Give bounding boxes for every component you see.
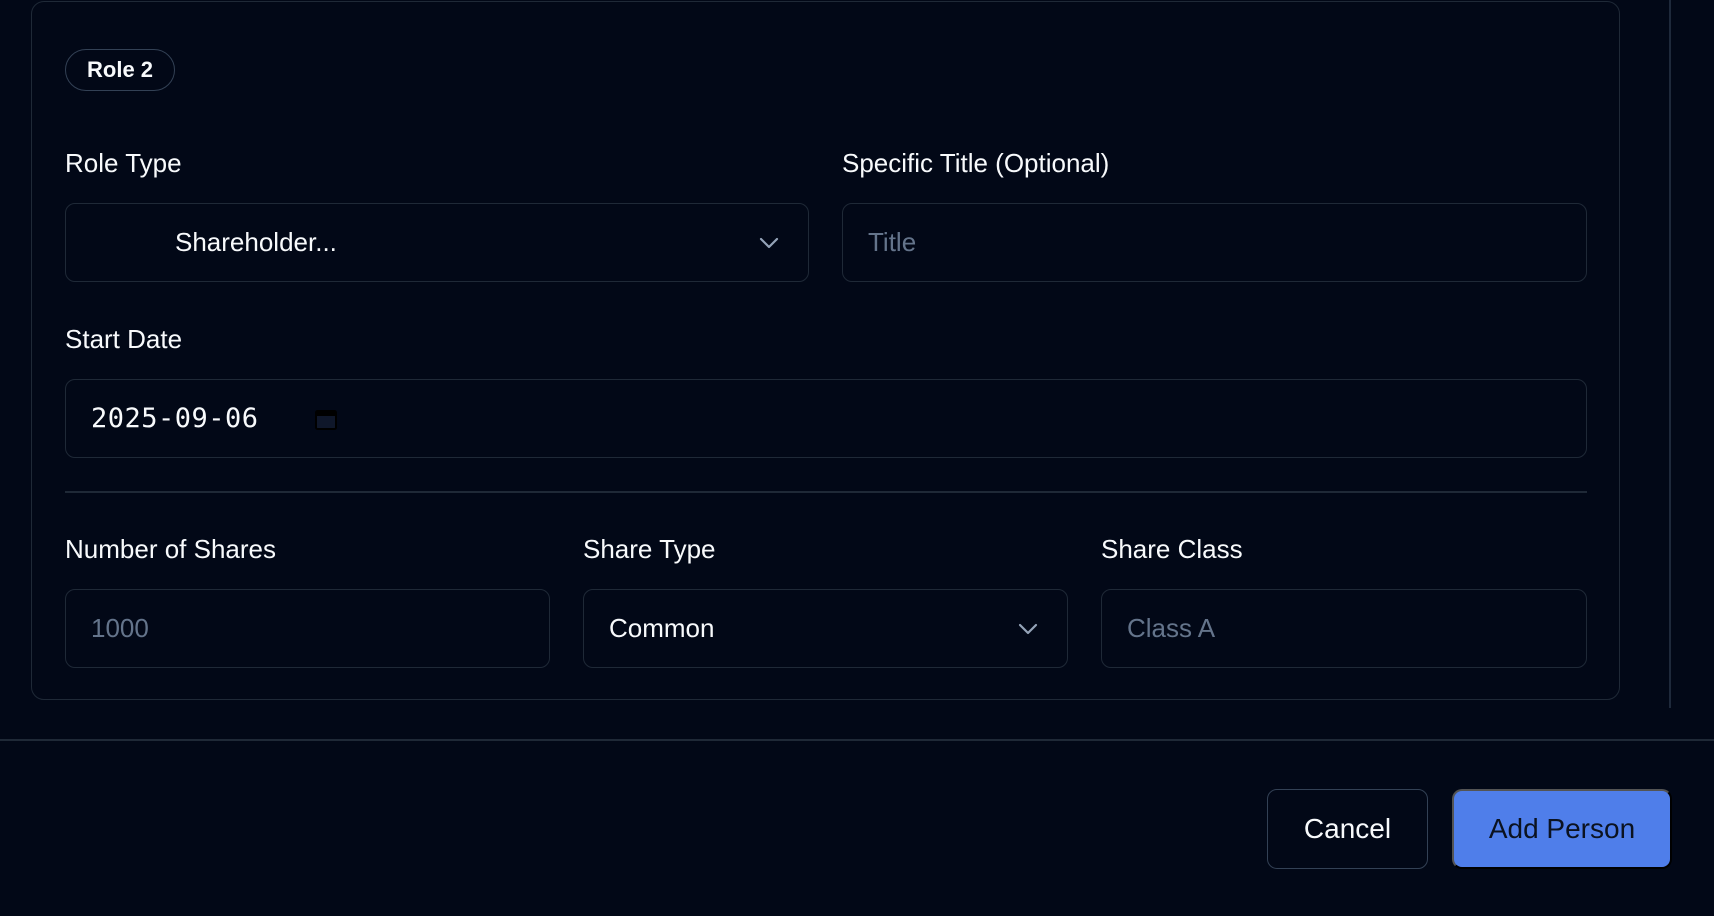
footer-divider <box>0 739 1714 741</box>
start-date-label: Start Date <box>65 324 183 354</box>
share-class-input[interactable] <box>1102 613 1586 644</box>
share-class-label: Share Class <box>1101 534 1243 564</box>
number-of-shares-input[interactable] <box>66 613 549 644</box>
start-date-field[interactable]: 2025-09-06 <box>65 379 1587 458</box>
scroll-divider <box>1669 0 1671 708</box>
role-type-label: Role Type <box>65 148 182 178</box>
add-person-button[interactable]: Add Person <box>1452 789 1672 869</box>
section-divider <box>65 491 1587 493</box>
cancel-button[interactable]: Cancel <box>1267 789 1428 869</box>
share-class-field[interactable] <box>1101 589 1587 668</box>
role-type-value: Shareholder... <box>175 227 337 257</box>
chevron-down-icon <box>1018 623 1038 634</box>
share-type-value: Common <box>609 613 715 643</box>
number-of-shares-label: Number of Shares <box>65 534 276 564</box>
calendar-icon[interactable] <box>314 407 338 431</box>
specific-title-label: Specific Title (Optional) <box>842 148 1110 178</box>
start-date-value: 2025-09-06 <box>91 403 259 434</box>
specific-title-field[interactable] <box>842 203 1587 282</box>
role-badge: Role 2 <box>65 49 176 91</box>
share-type-label: Share Type <box>583 534 716 564</box>
number-of-shares-field[interactable] <box>65 589 550 668</box>
role-type-select[interactable]: Shareholder... <box>65 203 809 282</box>
specific-title-input[interactable] <box>843 227 1586 258</box>
share-type-select[interactable]: Common <box>583 589 1068 668</box>
chevron-down-icon <box>759 237 779 248</box>
